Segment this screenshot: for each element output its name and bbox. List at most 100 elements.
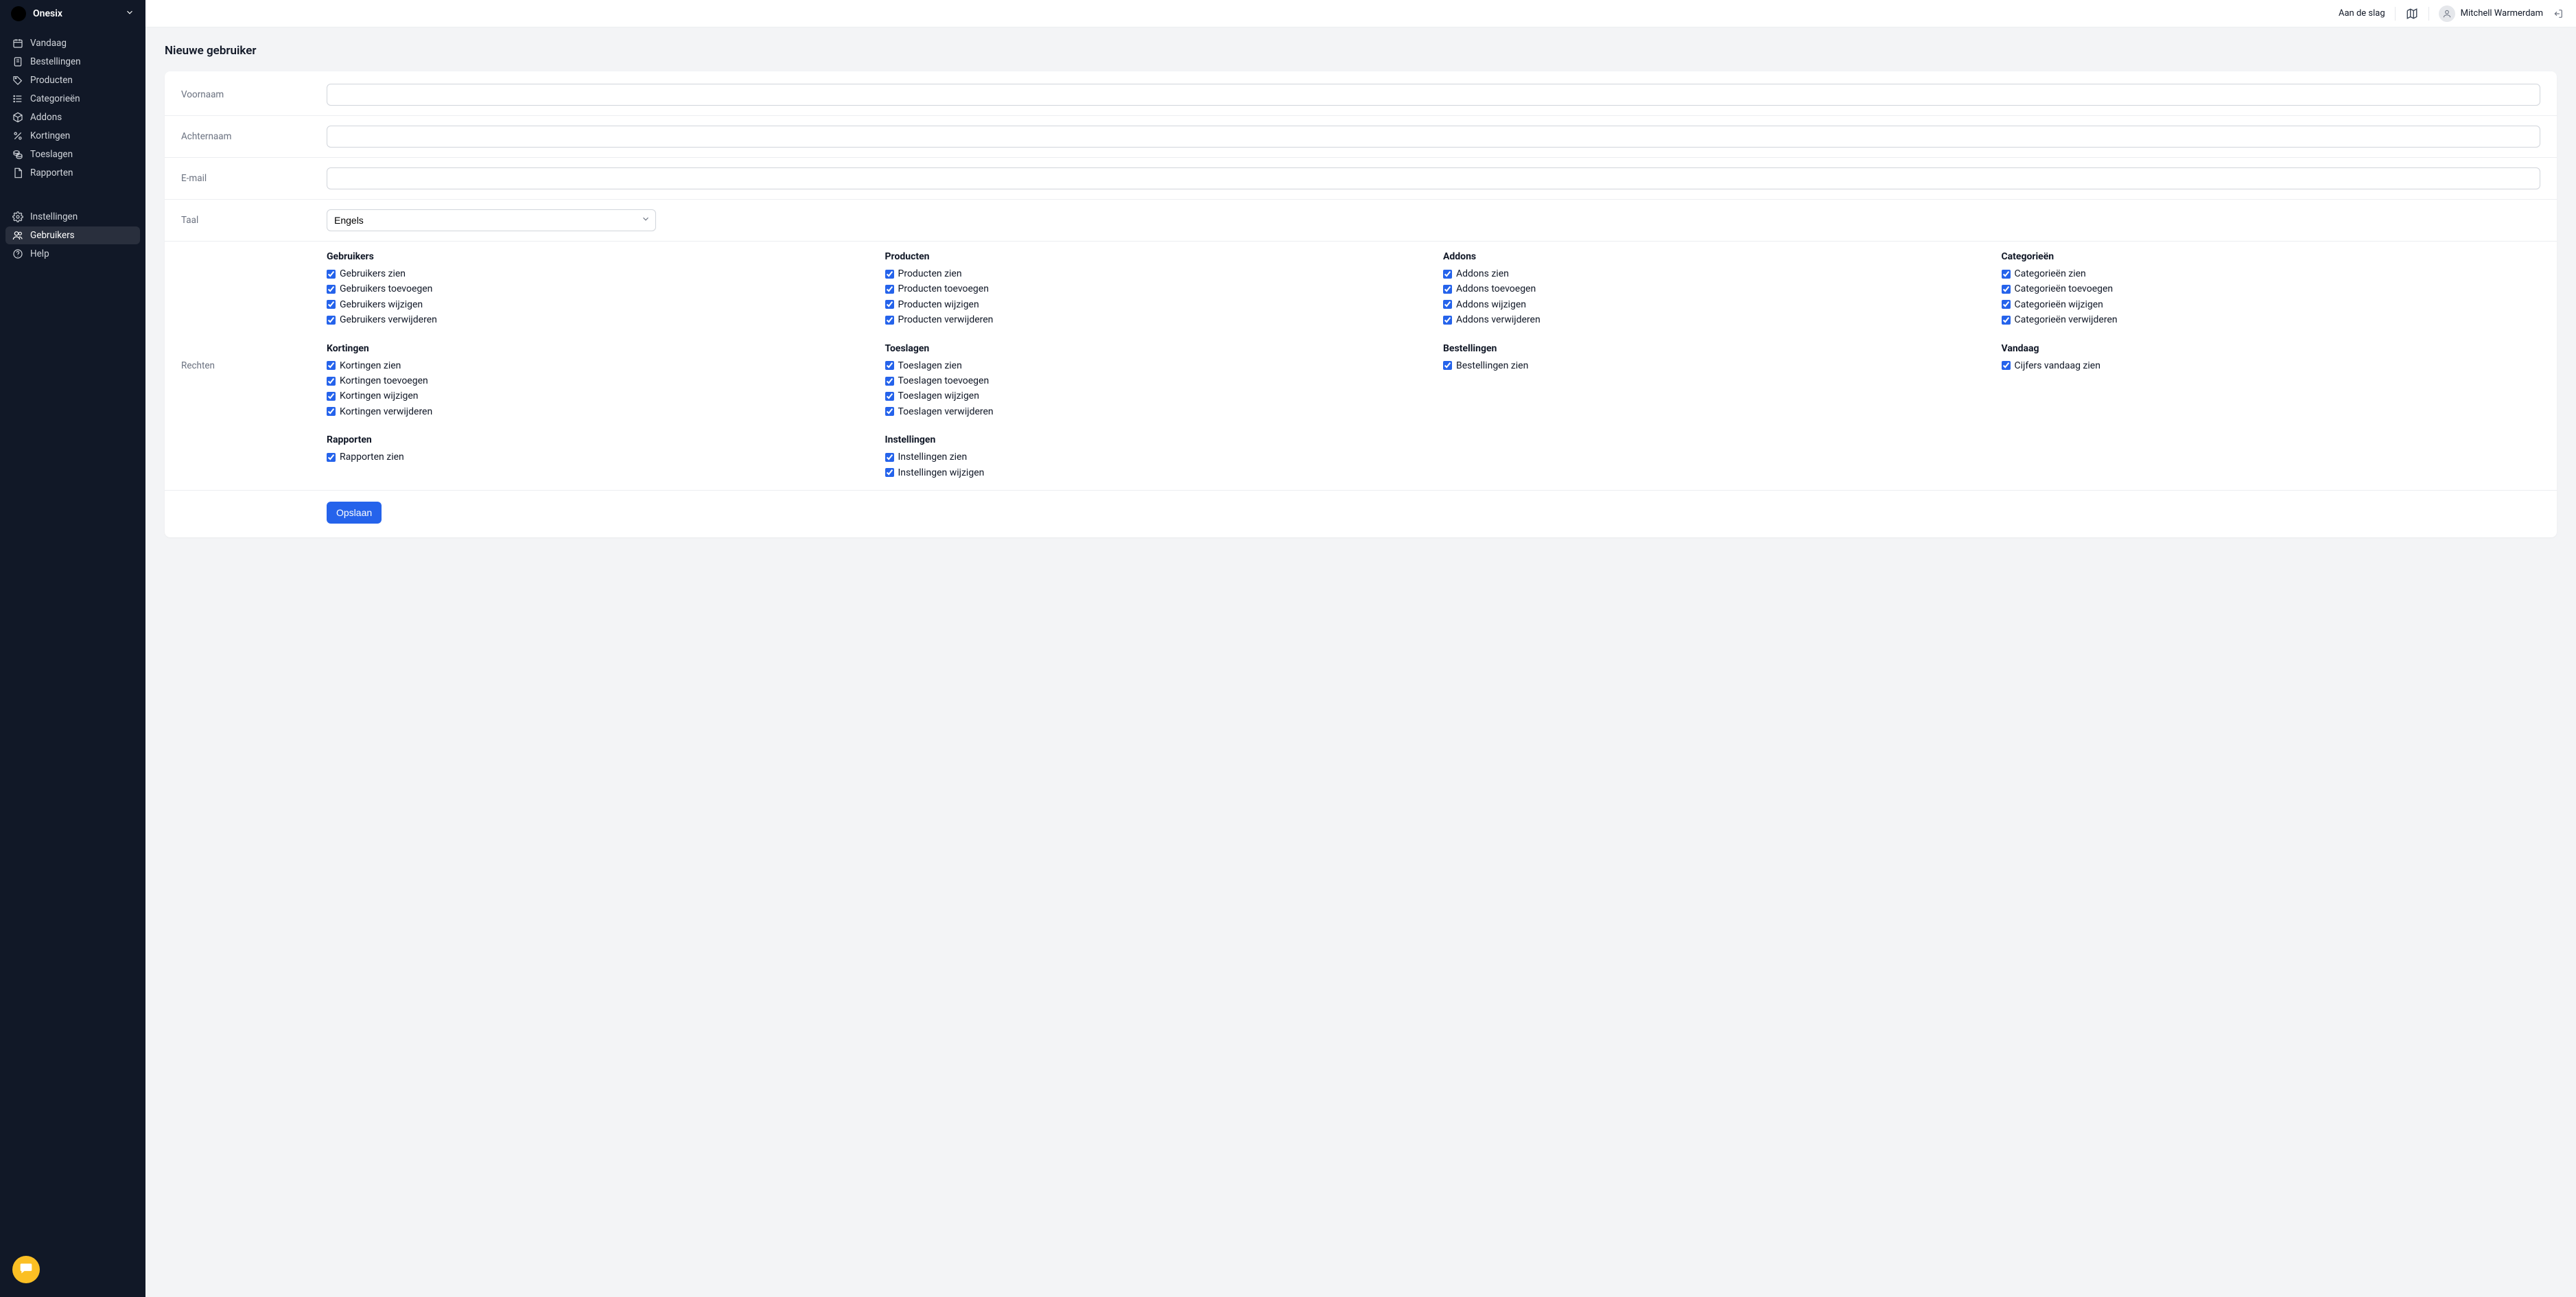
perm-label: Bestellingen zien <box>1456 358 1528 373</box>
perm-label: Gebruikers verwijderen <box>340 312 437 327</box>
perm-checkbox[interactable] <box>2002 361 2011 370</box>
perm-checkbox[interactable] <box>2002 316 2011 325</box>
perm-checkbox[interactable] <box>1443 361 1452 370</box>
perm-item[interactable]: Addons verwijderen <box>1443 312 1982 327</box>
sidebar-item-today[interactable]: Vandaag <box>5 34 140 52</box>
email-input[interactable] <box>327 167 2540 189</box>
perm-checkbox[interactable] <box>885 468 894 477</box>
chevron-down-icon <box>125 8 134 20</box>
perm-item[interactable]: Gebruikers wijzigen <box>327 297 866 312</box>
perm-checkbox[interactable] <box>885 300 894 309</box>
logout-icon[interactable] <box>2553 8 2564 19</box>
perm-checkbox[interactable] <box>885 270 894 279</box>
perm-checkbox[interactable] <box>327 361 336 370</box>
perm-item[interactable]: Kortingen zien <box>327 358 866 373</box>
save-button[interactable]: Opslaan <box>327 502 382 524</box>
perm-group: KortingenKortingen zienKortingen toevoeg… <box>327 343 866 420</box>
perm-label: Categorieën verwijderen <box>2015 312 2118 327</box>
perm-item[interactable]: Addons wijzigen <box>1443 297 1982 312</box>
perm-checkbox[interactable] <box>327 285 336 294</box>
sidebar-item-categories[interactable]: Categorieën <box>5 90 140 108</box>
user-chip[interactable]: Mitchell Warmerdam <box>2439 5 2543 22</box>
calendar-icon <box>12 38 23 49</box>
get-started-link[interactable]: Aan de slag <box>2339 8 2385 19</box>
perm-label: Instellingen wijzigen <box>898 465 985 480</box>
perm-checkbox[interactable] <box>1443 300 1452 309</box>
sidebar-item-label: Vandaag <box>30 38 67 49</box>
sidebar-item-products[interactable]: Producten <box>5 71 140 89</box>
sidebar-item-surcharges[interactable]: Toeslagen <box>5 145 140 163</box>
perm-checkbox[interactable] <box>2002 300 2011 309</box>
perm-checkbox[interactable] <box>885 392 894 401</box>
receipt-icon <box>12 56 23 67</box>
perm-checkbox[interactable] <box>885 407 894 416</box>
perm-item[interactable]: Bestellingen zien <box>1443 358 1982 373</box>
perm-item[interactable]: Kortingen wijzigen <box>327 388 866 404</box>
perm-item[interactable]: Categorieën verwijderen <box>2002 312 2541 327</box>
perm-item[interactable]: Producten toevoegen <box>885 281 1425 296</box>
perm-label: Categorieën wijzigen <box>2015 297 2103 312</box>
perm-checkbox[interactable] <box>1443 316 1452 325</box>
perm-item[interactable]: Producten zien <box>885 266 1425 281</box>
perm-checkbox[interactable] <box>327 377 336 386</box>
perm-item[interactable]: Instellingen wijzigen <box>885 465 1425 480</box>
sidebar-item-addons[interactable]: Addons <box>5 108 140 126</box>
sidebar-item-discounts[interactable]: Kortingen <box>5 127 140 145</box>
perm-label: Kortingen wijzigen <box>340 388 419 404</box>
perm-item[interactable]: Gebruikers verwijderen <box>327 312 866 327</box>
perm-item[interactable]: Producten verwijderen <box>885 312 1425 327</box>
sidebar-item-help[interactable]: Help <box>5 245 140 263</box>
perm-label: Rapporten zien <box>340 449 404 465</box>
perm-checkbox[interactable] <box>885 453 894 462</box>
perm-checkbox[interactable] <box>1443 285 1452 294</box>
perm-group-title: Producten <box>885 251 1425 262</box>
sidebar-item-users[interactable]: Gebruikers <box>5 226 140 244</box>
perm-checkbox[interactable] <box>327 300 336 309</box>
perm-item[interactable]: Categorieën toevoegen <box>2002 281 2541 296</box>
perm-item[interactable]: Gebruikers toevoegen <box>327 281 866 296</box>
perm-item[interactable]: Kortingen verwijderen <box>327 404 866 419</box>
sidebar: Onesix Vandaag BestellingenProductenCateg… <box>0 0 145 1297</box>
sidebar-item-orders[interactable]: Bestellingen <box>5 53 140 71</box>
user-avatar-icon <box>2439 5 2455 22</box>
perm-checkbox[interactable] <box>885 361 894 370</box>
perm-checkbox[interactable] <box>327 407 336 416</box>
perm-item[interactable]: Cijfers vandaag zien <box>2002 358 2541 373</box>
perm-item[interactable]: Addons toevoegen <box>1443 281 1982 296</box>
brand-switcher[interactable]: Onesix <box>0 0 145 27</box>
perm-item[interactable]: Rapporten zien <box>327 449 866 465</box>
last-name-input[interactable] <box>327 126 2540 148</box>
perm-item[interactable]: Producten wijzigen <box>885 297 1425 312</box>
perm-checkbox[interactable] <box>327 453 336 462</box>
perm-group-title: Instellingen <box>885 434 1425 445</box>
perm-item[interactable]: Gebruikers zien <box>327 266 866 281</box>
perm-item[interactable]: Categorieën wijzigen <box>2002 297 2541 312</box>
perm-item[interactable]: Toeslagen toevoegen <box>885 373 1425 388</box>
perm-checkbox[interactable] <box>885 285 894 294</box>
perm-checkbox[interactable] <box>1443 270 1452 279</box>
percent-icon <box>12 130 23 141</box>
perm-group-title: Categorieën <box>2002 251 2541 262</box>
chat-fab[interactable] <box>12 1256 40 1283</box>
nav-primary: Vandaag BestellingenProductenCategorieënA… <box>0 27 145 189</box>
perm-checkbox[interactable] <box>327 392 336 401</box>
perm-item[interactable]: Categorieën zien <box>2002 266 2541 281</box>
sidebar-item-settings[interactable]: Instellingen <box>5 208 140 226</box>
perm-item[interactable]: Addons zien <box>1443 266 1982 281</box>
perm-checkbox[interactable] <box>2002 270 2011 279</box>
perm-group-title: Toeslagen <box>885 343 1425 354</box>
perm-item[interactable]: Toeslagen zien <box>885 358 1425 373</box>
language-select[interactable]: Engels <box>327 209 656 231</box>
perm-item[interactable]: Kortingen toevoegen <box>327 373 866 388</box>
perm-checkbox[interactable] <box>327 316 336 325</box>
perm-checkbox[interactable] <box>2002 285 2011 294</box>
perm-checkbox[interactable] <box>885 377 894 386</box>
perm-checkbox[interactable] <box>327 270 336 279</box>
perm-item[interactable]: Toeslagen wijzigen <box>885 388 1425 404</box>
map-icon[interactable] <box>2405 7 2419 21</box>
perm-item[interactable]: Instellingen zien <box>885 449 1425 465</box>
perm-item[interactable]: Toeslagen verwijderen <box>885 404 1425 419</box>
sidebar-item-reports[interactable]: Rapporten <box>5 164 140 182</box>
perm-checkbox[interactable] <box>885 316 894 325</box>
first-name-input[interactable] <box>327 84 2540 106</box>
